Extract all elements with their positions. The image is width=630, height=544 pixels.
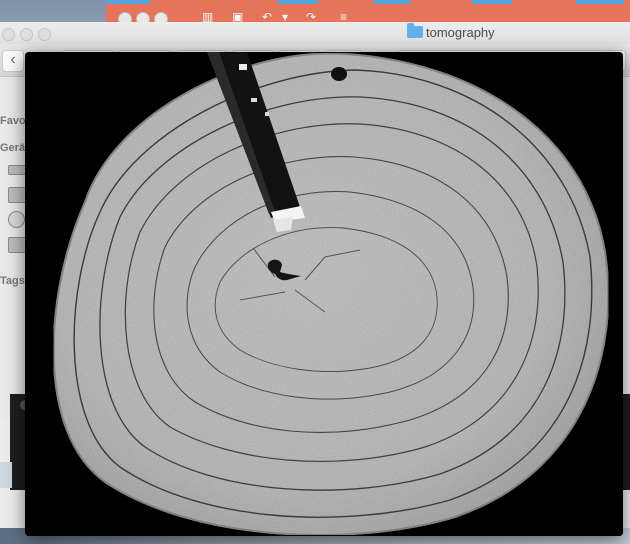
laptop-icon[interactable] — [8, 165, 26, 175]
finder-title-bar: tomography — [0, 22, 630, 44]
finder-window-title: tomography — [426, 25, 495, 40]
folder-icon — [407, 23, 423, 38]
chevron-left-icon: ‹ — [10, 51, 16, 68]
finder-sidebar: Favo Gerä Tags — [0, 77, 26, 417]
sidebar-section-devices: Gerä — [0, 142, 26, 154]
dark-inclusion — [331, 67, 347, 81]
minimize-window-button[interactable] — [20, 28, 33, 41]
disk-icon[interactable] — [8, 187, 26, 203]
sidebar-section-favorites: Favo — [0, 115, 26, 127]
sidebar-section-tags: Tags — [0, 275, 25, 287]
background-window-edge — [0, 462, 12, 488]
zoom-window-button[interactable] — [38, 28, 51, 41]
tab-indicator — [278, 0, 318, 4]
back-button[interactable]: ‹ — [2, 50, 24, 72]
tab-indicator — [472, 0, 512, 4]
optical-disc-icon[interactable] — [8, 211, 25, 228]
tab-indicator — [374, 0, 410, 4]
close-window-button[interactable] — [2, 28, 15, 41]
external-drive-icon[interactable] — [8, 237, 26, 253]
tab-indicator — [576, 0, 624, 4]
tab-indicator — [106, 0, 150, 4]
image-viewer-window[interactable] — [25, 52, 623, 536]
tomography-slice-image — [25, 52, 623, 536]
